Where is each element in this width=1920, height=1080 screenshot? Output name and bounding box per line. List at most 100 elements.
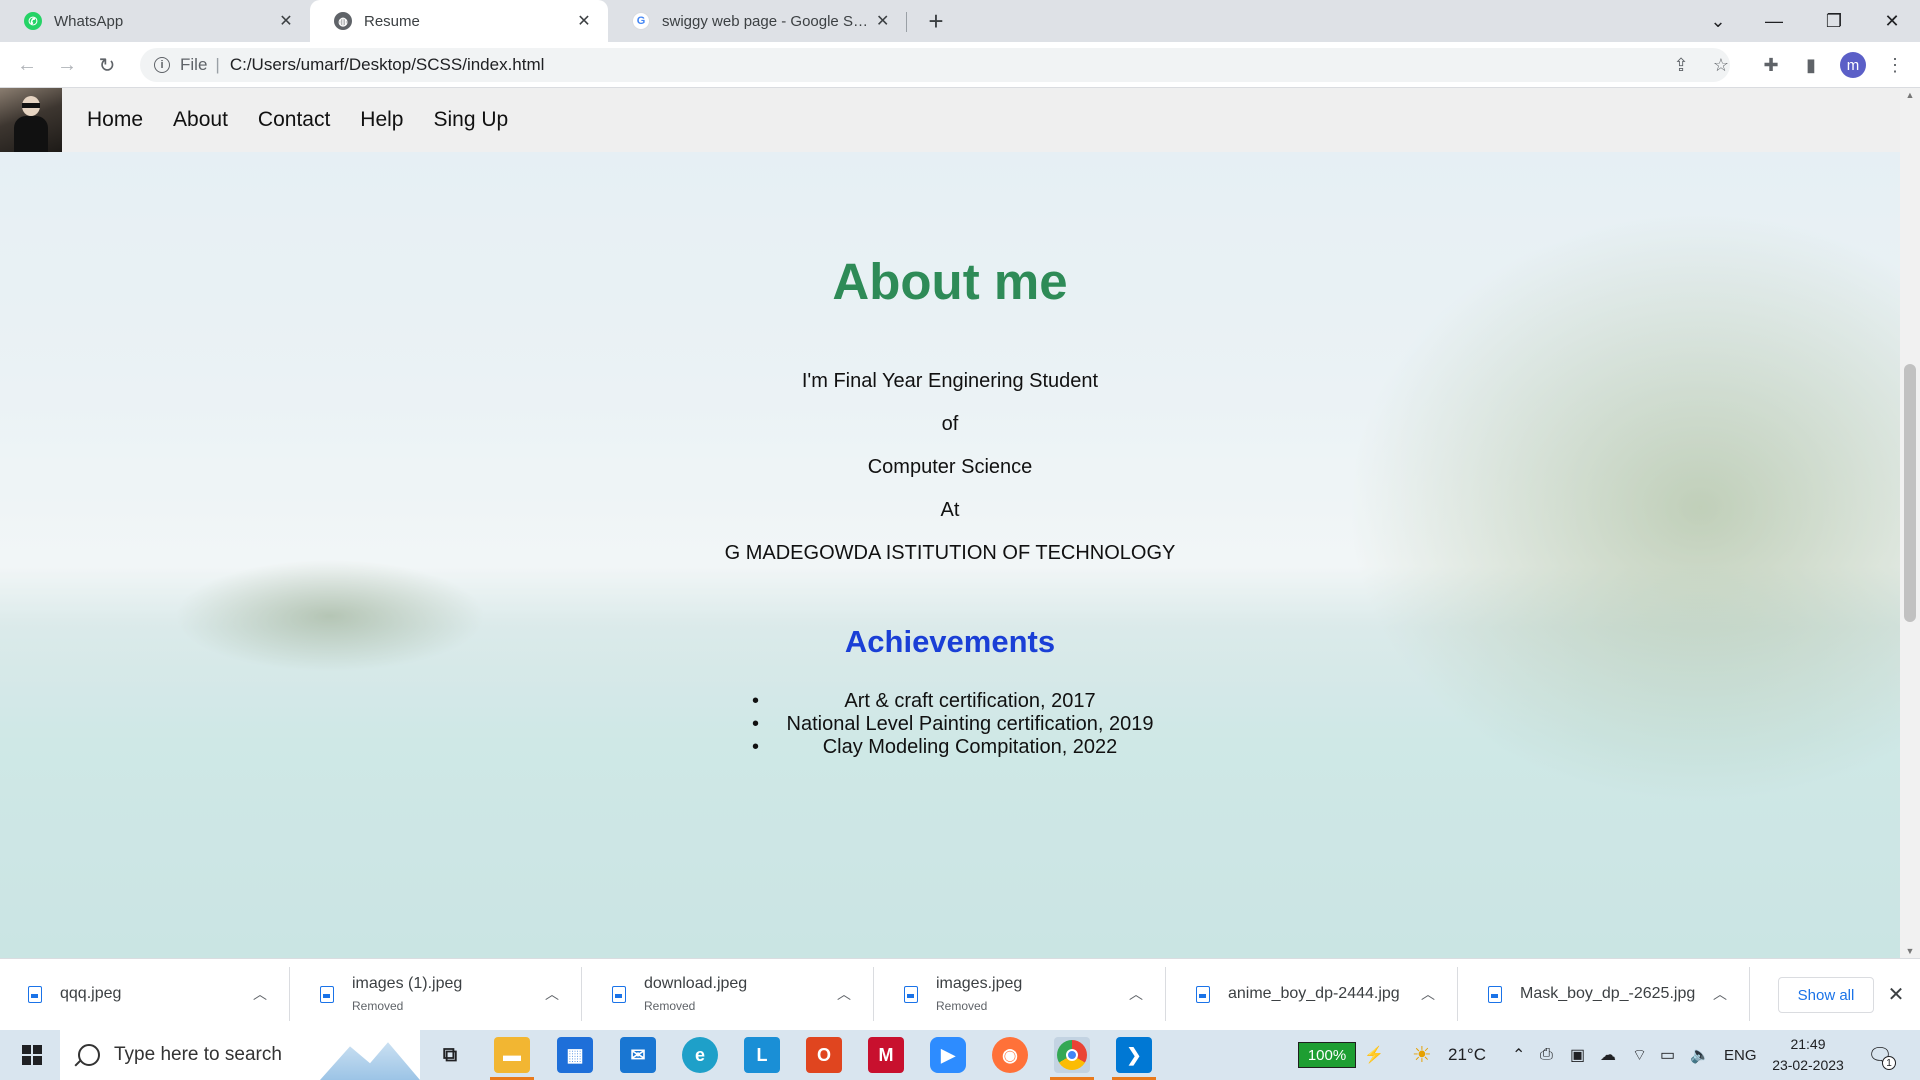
mcafee-icon[interactable]: M — [868, 1037, 904, 1073]
start-button[interactable] — [8, 1030, 56, 1080]
battery-level[interactable]: 100% — [1298, 1042, 1356, 1068]
back-arrow-icon[interactable]: ← — [12, 50, 42, 80]
address-bar[interactable]: i File | C:/Users/umarf/Desktop/SCSS/ind… — [140, 48, 1730, 82]
side-panel-icon[interactable]: ▮ — [1798, 52, 1824, 78]
tab-google-search[interactable]: G swiggy web page - Google Search ✕ — [608, 0, 906, 42]
tab-title: swiggy web page - Google Search — [662, 12, 874, 30]
mail-icon[interactable]: ✉ — [620, 1037, 656, 1073]
nav-home-link[interactable]: Home — [87, 108, 143, 132]
download-filename: qqq.jpeg — [60, 985, 122, 1002]
about-line-student: I'm Final Year Enginering Student — [801, 370, 1099, 392]
download-item[interactable]: Mask_boy_dp_-2625.jpg ︿ — [1460, 967, 1750, 1021]
clock[interactable]: 21:49 23-02-2023 — [1768, 1034, 1848, 1076]
close-downloads-icon[interactable]: ✕ — [1882, 979, 1910, 1009]
windows-logo-icon — [22, 1045, 42, 1065]
taskbar-search[interactable]: Type here to search — [60, 1030, 420, 1080]
firefox-icon[interactable]: ◉ — [992, 1037, 1028, 1073]
chevron-up-icon[interactable]: ︿ — [829, 984, 859, 1004]
globe-icon: ◍ — [334, 12, 352, 30]
download-filename: anime_boy_dp-2444.jpg — [1228, 985, 1400, 1002]
menu-kebab-icon[interactable]: ⋮ — [1882, 52, 1908, 78]
l-app-icon[interactable]: L — [744, 1037, 780, 1073]
vscode-icon[interactable]: ❯ — [1112, 1037, 1156, 1080]
meet-icon[interactable]: ▣ — [1570, 1030, 1585, 1080]
search-placeholder: Type here to search — [114, 1044, 282, 1065]
extensions-puzzle-icon[interactable]: ✚ — [1758, 52, 1784, 78]
info-icon[interactable]: i — [154, 57, 170, 73]
share-icon[interactable]: ⇪ — [1668, 52, 1694, 78]
chevron-up-icon[interactable]: ︿ — [1413, 984, 1443, 1004]
nav-about-link[interactable]: About — [173, 108, 228, 132]
scroll-up-icon[interactable]: ▲ — [1900, 88, 1920, 102]
edge-icon[interactable]: e — [682, 1037, 718, 1073]
clock-time: 21:49 — [1790, 1036, 1826, 1052]
file-icon — [1488, 985, 1502, 1003]
chevron-up-icon[interactable]: ︿ — [537, 984, 567, 1004]
download-item[interactable]: qqq.jpeg ︿ — [0, 967, 290, 1021]
close-icon[interactable]: ✕ — [873, 11, 892, 31]
file-scheme-label: File — [180, 55, 208, 74]
beach-background-image — [0, 88, 1900, 958]
notification-icon[interactable]: 🗨 1 — [1864, 1040, 1896, 1070]
tab-resume[interactable]: ◍ Resume ✕ — [310, 0, 608, 42]
volume-icon[interactable]: 🔈 — [1690, 1030, 1710, 1080]
file-explorer-icon[interactable]: ▬ — [490, 1037, 534, 1080]
about-line-at: At — [940, 499, 960, 521]
download-item[interactable]: download.jpeg Removed ︿ — [584, 967, 874, 1021]
close-icon[interactable]: ✕ — [276, 11, 296, 31]
windows-taskbar: Type here to search ⧉ ▬ ▦ ✉ e L O M ▶ ◉ … — [0, 1030, 1920, 1080]
temperature[interactable]: 21°C — [1448, 1030, 1486, 1080]
tab-search-chevron-icon[interactable]: ⌄ — [1690, 0, 1746, 42]
bookmark-star-icon[interactable]: ☆ — [1708, 52, 1734, 78]
whatsapp-icon: ✆ — [24, 12, 42, 30]
achievements-title: Achievements — [844, 624, 1056, 659]
google-icon: G — [632, 12, 650, 30]
new-tab-plus-icon[interactable]: + — [922, 6, 950, 36]
chevron-up-icon[interactable]: ︿ — [1121, 984, 1151, 1004]
tab-whatsapp[interactable]: ✆ WhatsApp ✕ — [0, 0, 310, 42]
store-icon[interactable]: ▦ — [557, 1037, 593, 1073]
tab-title: Resume — [364, 12, 420, 30]
weather-icon[interactable]: ☀ — [1412, 1030, 1432, 1080]
scroll-down-icon[interactable]: ▼ — [1900, 944, 1920, 958]
url-text[interactable]: C:/Users/umarf/Desktop/SCSS/index.html — [230, 55, 545, 75]
language-indicator[interactable]: ENG — [1724, 1030, 1757, 1080]
clock-date: 23-02-2023 — [1772, 1057, 1844, 1073]
page-scrollbar[interactable]: ▲ ▼ — [1900, 88, 1920, 958]
chevron-up-icon[interactable]: ⌃ — [1512, 1030, 1525, 1080]
nav-signup-link[interactable]: Sing Up — [434, 108, 509, 132]
restore-icon[interactable]: ❐ — [1806, 0, 1862, 42]
download-item[interactable]: images.jpeg Removed ︿ — [876, 967, 1166, 1021]
zoom-icon[interactable]: ▶ — [930, 1037, 966, 1073]
close-icon[interactable]: ✕ — [574, 11, 594, 31]
minimize-icon[interactable]: — — [1746, 0, 1802, 42]
page-viewport: Home About Contact Help Sing Up About me… — [0, 88, 1900, 958]
profile-photo-logo[interactable] — [0, 88, 62, 152]
download-item[interactable]: images (1).jpeg Removed ︿ — [292, 967, 582, 1021]
window-close-icon[interactable]: ✕ — [1864, 0, 1920, 42]
chrome-icon[interactable] — [1050, 1037, 1094, 1080]
downloads-bar: qqq.jpeg ︿ images (1).jpeg Removed ︿ dow… — [0, 958, 1920, 1030]
address-divider: | — [215, 55, 220, 74]
download-filename: images.jpeg — [936, 975, 1023, 992]
tab-title: WhatsApp — [54, 12, 124, 30]
nav-help-link[interactable]: Help — [360, 108, 403, 132]
profile-avatar[interactable]: m — [1840, 52, 1866, 78]
chevron-up-icon[interactable]: ︿ — [245, 984, 275, 1004]
nav-contact-link[interactable]: Contact — [258, 108, 330, 132]
chevron-up-icon[interactable]: ︿ — [1705, 984, 1735, 1004]
download-item[interactable]: anime_boy_dp-2444.jpg ︿ — [1168, 967, 1458, 1021]
onedrive-icon[interactable]: ☁ — [1600, 1030, 1616, 1080]
task-view-icon[interactable]: ⧉ — [432, 1037, 468, 1073]
tab-divider — [906, 12, 907, 32]
scrollbar-thumb[interactable] — [1904, 364, 1916, 622]
office-icon[interactable]: O — [806, 1037, 842, 1073]
printer-icon[interactable]: ⎙ — [1540, 1030, 1553, 1080]
show-all-button[interactable]: Show all — [1778, 977, 1874, 1013]
wifi-icon[interactable]: ⌔ — [1632, 1030, 1647, 1080]
forward-arrow-icon[interactable]: → — [52, 50, 82, 80]
reload-icon[interactable]: ↻ — [92, 50, 122, 80]
battery-icon[interactable]: ▭ — [1660, 1030, 1675, 1080]
list-item: Clay Modeling Compitation, 2022 — [0, 736, 1900, 759]
about-line-of: of — [941, 413, 959, 435]
